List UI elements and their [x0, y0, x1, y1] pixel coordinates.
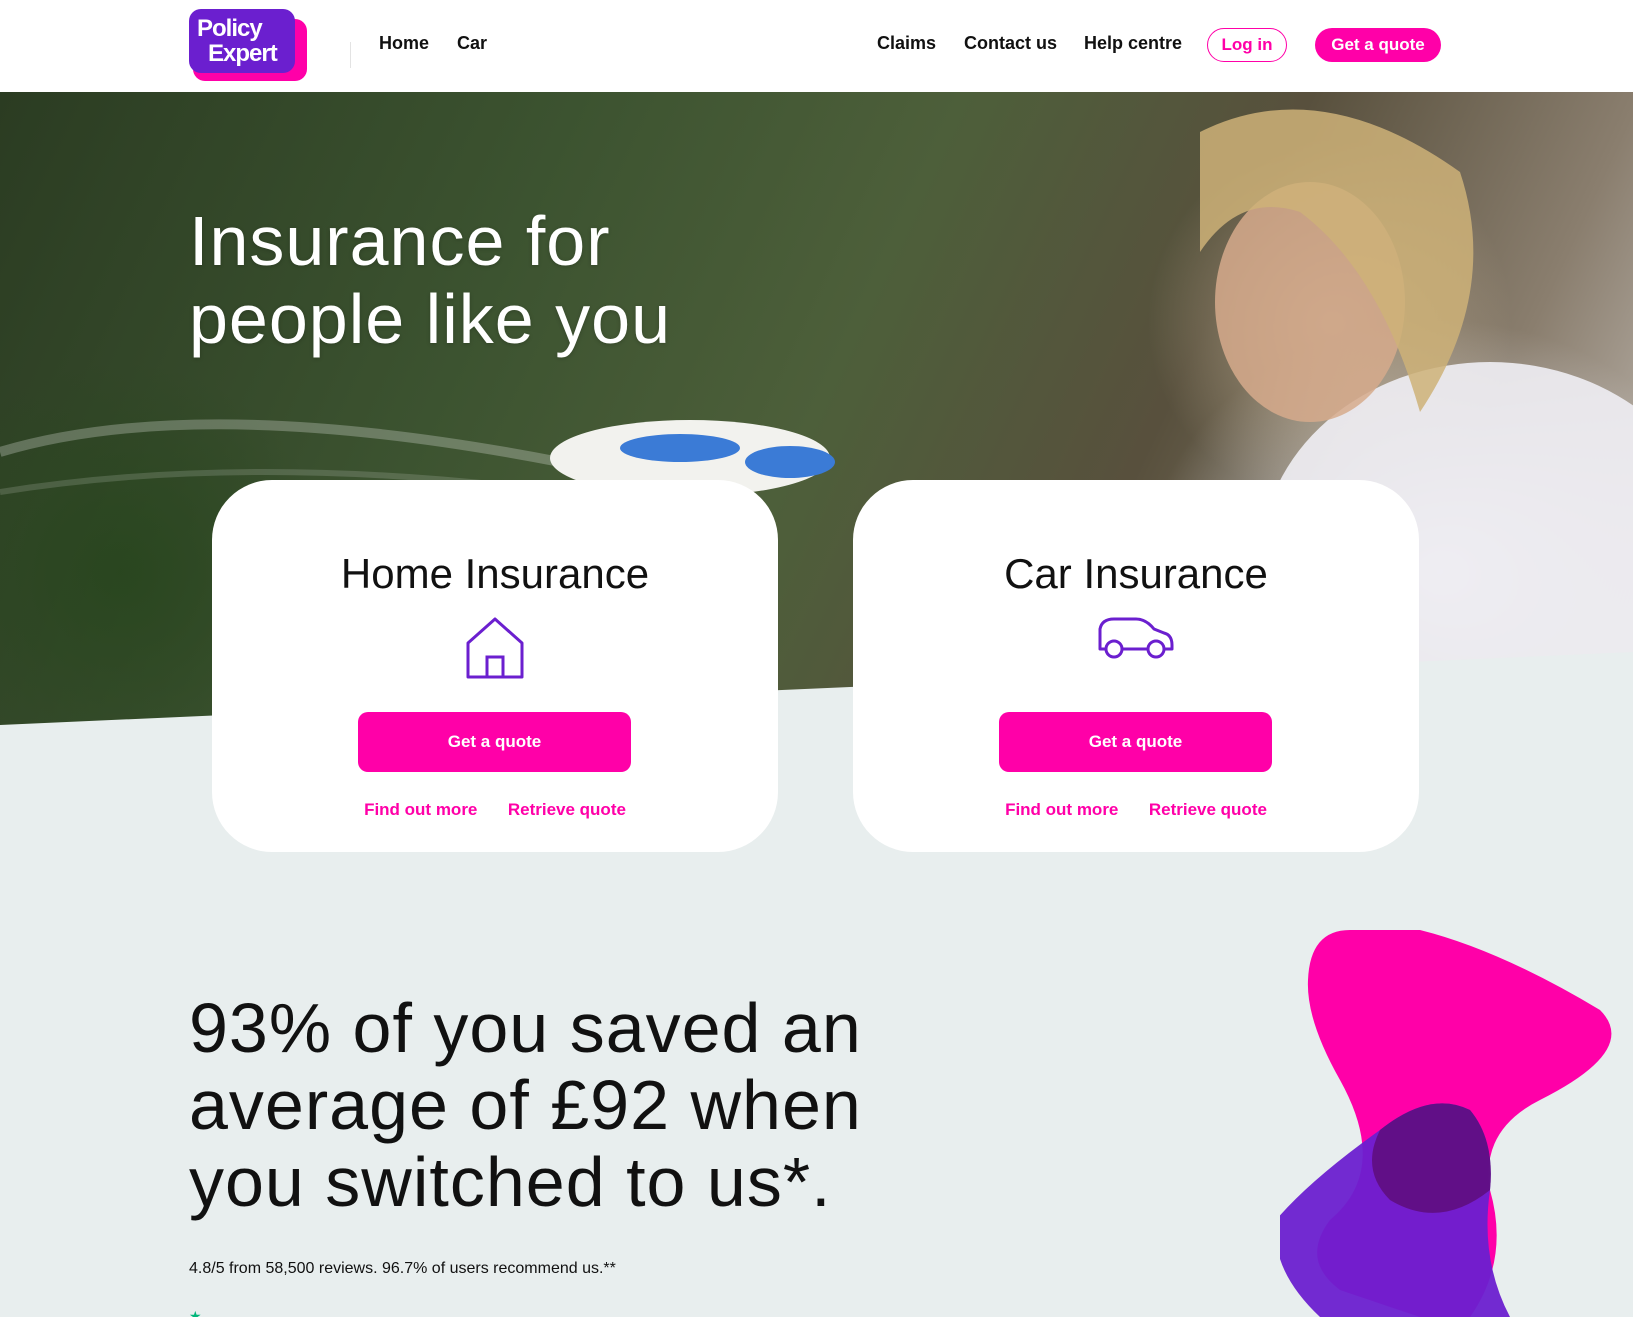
car-card-links: Find out more Retrieve quote	[853, 800, 1419, 820]
logo-text-line1: Policy	[197, 15, 263, 42]
savings-statement: 93% of you saved an average of £92 when …	[189, 990, 862, 1221]
nav-home[interactable]: Home	[379, 33, 429, 54]
car-insurance-card: Car Insurance Get a quote Find out more …	[853, 480, 1419, 852]
home-retrieve-quote-link[interactable]: Retrieve quote	[508, 800, 626, 820]
reviews-summary: 4.8/5 from 58,500 reviews. 96.7% of user…	[189, 1260, 616, 1277]
home-insurance-card: Home Insurance Get a quote Find out more…	[212, 480, 778, 852]
nav-car[interactable]: Car	[457, 33, 487, 54]
savings-line2: average of £92 when	[189, 1066, 862, 1144]
nav-divider	[350, 42, 351, 68]
car-find-out-more-link[interactable]: Find out more	[1005, 800, 1118, 820]
brand-decorative-shape	[1280, 930, 1612, 1317]
hero-title-line2: people like you	[189, 280, 671, 358]
home-card-links: Find out more Retrieve quote	[212, 800, 778, 820]
home-insurance-title: Home Insurance	[340, 550, 650, 597]
nav-help-centre[interactable]: Help centre	[1084, 33, 1182, 54]
car-retrieve-quote-link[interactable]: Retrieve quote	[1149, 800, 1267, 820]
car-icon	[1098, 617, 1174, 659]
savings-line1: 93% of you saved an	[189, 989, 862, 1067]
savings-line3: you switched to us*.	[189, 1143, 832, 1221]
nav-contact-us[interactable]: Contact us	[964, 33, 1057, 54]
nav-claims[interactable]: Claims	[877, 33, 936, 54]
hero-title: Insurance for people like you	[189, 202, 671, 358]
home-find-out-more-link[interactable]: Find out more	[364, 800, 477, 820]
header-get-quote-button[interactable]: Get a quote	[1315, 28, 1441, 62]
hero-title-line1: Insurance for	[189, 202, 611, 280]
logo-text-line2: Expert	[208, 40, 278, 67]
car-get-quote-button[interactable]: Get a quote	[999, 712, 1272, 772]
trustpilot-star-icon: ★	[189, 1308, 202, 1317]
home-get-quote-button[interactable]: Get a quote	[358, 712, 631, 772]
car-insurance-title: Car Insurance	[1004, 550, 1268, 597]
house-icon	[466, 617, 524, 679]
login-button[interactable]: Log in	[1207, 28, 1287, 62]
policy-expert-logo[interactable]: Policy Expert	[189, 9, 307, 81]
site-header: Policy Expert Home Car Claims Contact us…	[0, 0, 1633, 92]
